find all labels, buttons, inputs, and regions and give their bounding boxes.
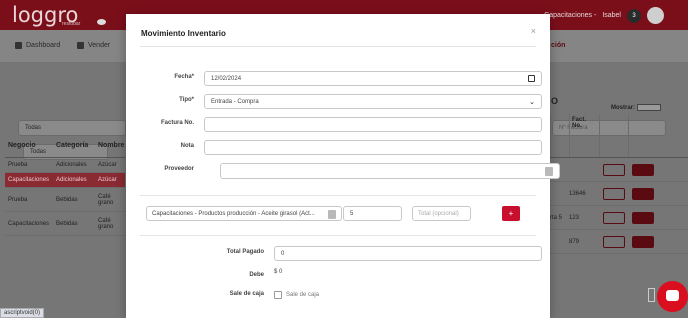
cart-icon [77, 42, 84, 49]
table-row [550, 158, 688, 182]
mostrar-label: Mostrar: [611, 104, 636, 111]
cell-nombre: Café grano [98, 193, 114, 206]
dashboard-icon [15, 42, 22, 49]
product-select[interactable]: Capacitaciones - Productos producción - … [146, 206, 342, 221]
factura-input[interactable] [204, 117, 542, 132]
product-value: Capacitaciones - Productos producción - … [152, 210, 315, 217]
cell-nombre: Azúcar [98, 162, 117, 168]
cell-categoria: Bebidas [56, 196, 78, 203]
cell-fact-no: 123 [569, 214, 580, 221]
sale-caja-checkbox[interactable] [274, 291, 282, 299]
sale-caja-checkbox-label: Sale de caja [286, 292, 320, 298]
cell-categoria: Adicionales [56, 162, 87, 168]
cell-nombre: Café grano [98, 217, 114, 230]
calendar-icon[interactable] [528, 75, 535, 82]
table-row: 879 [550, 230, 688, 254]
factura-label: Factura No. [160, 120, 194, 126]
page-heading-fragment: O [551, 96, 559, 106]
sale-caja-label: Sale de caja [229, 291, 264, 297]
total-pagado-input[interactable]: 0 [274, 246, 542, 261]
cell-negocio: Prueba [8, 162, 28, 168]
eye-icon[interactable] [97, 19, 106, 25]
proveedor-label: Proveedor [164, 166, 194, 172]
movimiento-inventario-modal: Movimiento Inventario × Fecha* 12/02/202… [126, 14, 560, 318]
add-product-button[interactable]: + [502, 206, 520, 221]
table-row: rta 5 123 [550, 206, 688, 230]
cell-negocio: Capacitaciones [8, 177, 50, 183]
user-name[interactable]: Isabel [602, 12, 621, 19]
nav-dashboard[interactable]: Dashboard [15, 42, 60, 49]
cell-negocio: Prueba [8, 196, 28, 203]
delete-button[interactable] [632, 235, 654, 248]
cell-fact-no: 13646 [569, 190, 586, 197]
quantity-input[interactable]: 5 [343, 206, 402, 221]
nota-input[interactable] [204, 140, 542, 155]
dropdown-caret-icon [545, 167, 553, 176]
logo-subtitle: restobar [62, 21, 81, 27]
dropdown-caret-icon [328, 210, 336, 219]
tipo-select[interactable]: Entrada - Compra ⌄ [204, 94, 542, 109]
delete-button[interactable] [632, 211, 654, 224]
divider [140, 195, 536, 196]
cell-a: rta 5 [550, 214, 563, 221]
table-row[interactable]: Prueba Adicionales Azúcar [5, 158, 125, 173]
table-row: 13646 [550, 182, 688, 206]
edit-button[interactable] [602, 235, 625, 248]
debe-value: $ 0 [274, 269, 283, 275]
table-header: Negocio Categoría Nombre [5, 114, 125, 158]
table-row[interactable]: Capacitaciones Adicionales Azúcar [5, 173, 125, 188]
fecha-input[interactable]: 12/02/2024 [204, 71, 542, 86]
avatar[interactable] [647, 7, 664, 24]
mostrar-control: Mostrar: [611, 104, 662, 111]
cell-categoria: Adicionales [56, 177, 87, 183]
user-area: Capacitaciones - Isabel 3 [544, 7, 664, 24]
edit-button[interactable] [602, 187, 625, 200]
grid-icon[interactable] [648, 288, 655, 302]
delete-button[interactable] [632, 163, 654, 176]
status-tooltip: ascriptvoid(0) [0, 308, 45, 318]
inventory-table-right: Fact. No. 13646 rta 5 123 879 [550, 114, 688, 254]
nav-vender-label: Vender [88, 42, 111, 49]
close-icon[interactable]: × [531, 26, 536, 36]
tipo-value: Entrada - Compra [211, 98, 259, 105]
total-input[interactable]: Total (opcional) [412, 206, 471, 221]
nav-vender[interactable]: Vender [77, 42, 110, 49]
debe-label: Debe [249, 272, 264, 278]
column-header-negocio[interactable]: Negocio [5, 142, 56, 149]
mostrar-select[interactable] [637, 104, 662, 111]
sale-caja-checkbox-row[interactable]: Sale de caja [274, 291, 319, 299]
cell-fact-no: 879 [569, 238, 580, 245]
fecha-label: Fecha* [174, 74, 194, 80]
edit-button[interactable] [602, 211, 625, 224]
nota-label: Nota [180, 143, 194, 149]
company-selector[interactable]: Capacitaciones - [544, 12, 596, 19]
nav-active-section[interactable]: ción [551, 42, 565, 49]
cell-nombre: Azúcar [98, 177, 117, 183]
column-header-nombre[interactable]: Nombre [98, 142, 125, 149]
column-header-fact-no[interactable]: Fact. No. [569, 114, 599, 157]
table-row[interactable]: Capacitaciones Bebidas Café grano [5, 212, 125, 236]
notification-badge[interactable]: 3 [627, 8, 641, 23]
divider [140, 46, 536, 47]
cell-categoria: Bebidas [56, 220, 78, 227]
delete-button[interactable] [632, 187, 654, 200]
column-header-blank [628, 114, 658, 157]
modal-title: Movimiento Inventario [141, 29, 226, 38]
chevron-down-icon: ⌄ [529, 98, 535, 106]
cell-negocio: Capacitaciones [8, 220, 50, 227]
column-header-blank [550, 114, 569, 157]
table-header: Fact. No. [550, 114, 688, 158]
column-header-categoria[interactable]: Categoría [56, 142, 98, 149]
fecha-value: 12/02/2024 [211, 75, 242, 82]
proveedor-select[interactable] [220, 163, 560, 179]
total-pagado-label: Total Pagado [226, 249, 264, 255]
chat-icon[interactable] [657, 281, 688, 312]
inventory-table-left: Negocio Categoría Nombre Prueba Adiciona… [5, 114, 125, 236]
table-row[interactable]: Prueba Bebidas Café grano [5, 188, 125, 212]
edit-button[interactable] [602, 163, 625, 176]
nav-dashboard-label: Dashboard [26, 42, 61, 49]
divider [140, 235, 536, 236]
column-header-blank [599, 114, 628, 157]
tipo-label: Tipo* [179, 97, 194, 103]
